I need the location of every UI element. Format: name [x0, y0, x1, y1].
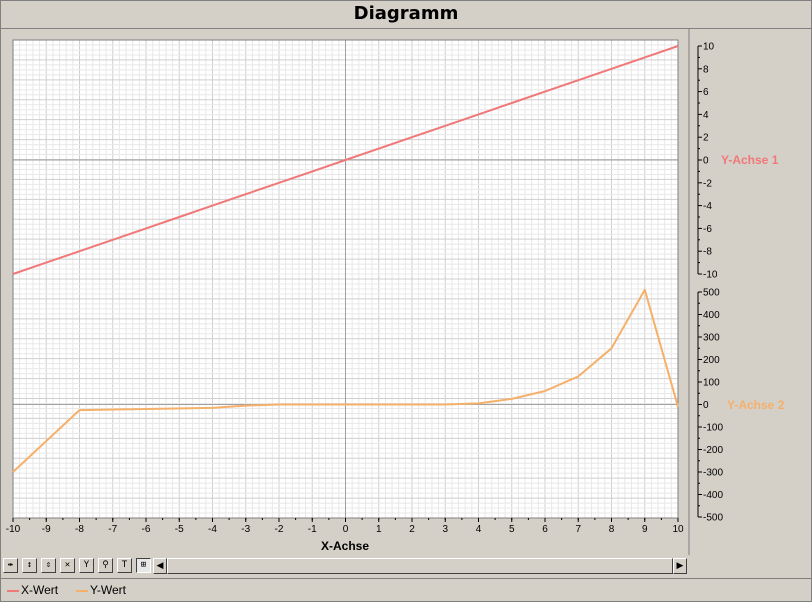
y-tick-label: 6: [703, 87, 709, 98]
legend-swatch: [7, 589, 19, 592]
y-tick-label: 300: [703, 333, 720, 344]
x-tick-label: 0: [343, 524, 349, 535]
x-tick-label: 7: [575, 524, 581, 535]
scroll-right-icon[interactable]: ▶: [673, 558, 687, 574]
chart-title: Diagramm: [353, 3, 459, 24]
legend-swatch: [76, 589, 88, 592]
y-tick-label: 10: [703, 42, 715, 53]
text-marker-icon[interactable]: T: [117, 558, 132, 573]
x-tick-label: -5: [175, 524, 184, 535]
y-tick-label: 400: [703, 310, 720, 321]
x-axis-label: X-Achse: [321, 539, 369, 553]
zoom-y-icon[interactable]: ↕: [22, 558, 37, 573]
y-axis-icon[interactable]: Y: [79, 558, 94, 573]
x-tick-label: 3: [442, 524, 448, 535]
x-tick-label: -2: [275, 524, 284, 535]
pan-horizontal-icon[interactable]: ⇹: [3, 558, 18, 573]
scroll-thumb[interactable]: [167, 558, 673, 574]
legend-label: X-Wert: [21, 583, 59, 597]
x-tick-label: 9: [642, 524, 648, 535]
x-tick-label: -3: [241, 524, 250, 535]
x-tick-label: -9: [42, 524, 51, 535]
y-tick-label: -10: [703, 270, 718, 281]
x-tick-label: -1: [308, 524, 317, 535]
chart-area: -10 -9 -8 -7 -6 -5 -4 -3 -2 -1 0 1 2 3 4 5 6 7 8 9 10 108642…: [6, 29, 785, 555]
zoom-icon[interactable]: ⚲: [98, 558, 113, 573]
x-tick-label: -10: [6, 524, 21, 535]
y-axis-1-label: Y-Achse 1: [721, 153, 779, 167]
scroll-left-icon[interactable]: ◀: [153, 558, 167, 574]
x-tick-label: 6: [542, 524, 548, 535]
y-tick-label: -400: [703, 490, 723, 501]
x-tick-label: 8: [609, 524, 615, 535]
y-tick-label: 4: [703, 110, 709, 121]
chart-window: Diagramm -10 -9 -8 -7 -6 -5 -4 -3 -2 -1 0 1 2 3 4 5 6 7 8 9…: [0, 0, 812, 602]
horizontal-scrollbar[interactable]: ◀ ▶: [153, 558, 687, 574]
x-axis: -10 -9 -8 -7 -6 -5 -4 -3 -2 -1 0 1 2 3 4 5 6 7 8 9 10: [6, 518, 684, 535]
x-tick-label: 10: [672, 524, 684, 535]
y-tick-label: -6: [703, 224, 712, 235]
legend-item-x-wert: X-Wert: [7, 583, 58, 597]
y-tick-label: 500: [703, 288, 720, 299]
y-tick-label: 200: [703, 355, 720, 366]
y-tick-label: 2: [703, 133, 709, 144]
y-tick-label: -100: [703, 423, 723, 434]
y-tick-label: -500: [703, 513, 723, 524]
legend: X-Wert Y-Wert: [1, 578, 811, 602]
y-tick-label: -4: [703, 201, 712, 212]
y-tick-label: -200: [703, 445, 723, 456]
legend-label: Y-Wert: [90, 583, 127, 597]
x-tick-label: 4: [476, 524, 482, 535]
y-tick-label: -300: [703, 468, 723, 479]
fit-y-icon[interactable]: ⇕: [41, 558, 56, 573]
y-tick-label: 8: [703, 64, 709, 75]
auto-scale-icon[interactable]: ✕: [60, 558, 75, 573]
x-tick-label: -8: [75, 524, 84, 535]
y-tick-label: 100: [703, 378, 720, 389]
y-tick-label: -8: [703, 247, 712, 258]
y-tick-label: 0: [703, 400, 709, 411]
x-tick-label: -7: [108, 524, 117, 535]
x-tick-label: -6: [142, 524, 151, 535]
y-axis-2-label: Y-Achse 2: [727, 398, 785, 412]
x-tick-label: 2: [409, 524, 415, 535]
x-tick-label: 5: [509, 524, 515, 535]
y-tick-label: 0: [703, 156, 709, 167]
y-axes: 10 8 6 4 2 0 -2 -4 -6 -8 -10 500 400 300 200 100 0 -100 -2…: [697, 42, 723, 524]
table-icon[interactable]: ⊞: [136, 558, 151, 573]
x-tick-label: 1: [376, 524, 382, 535]
legend-item-y-wert: Y-Wert: [76, 583, 126, 597]
y-tick-label: -2: [703, 178, 712, 189]
x-tick-label: -4: [208, 524, 217, 535]
